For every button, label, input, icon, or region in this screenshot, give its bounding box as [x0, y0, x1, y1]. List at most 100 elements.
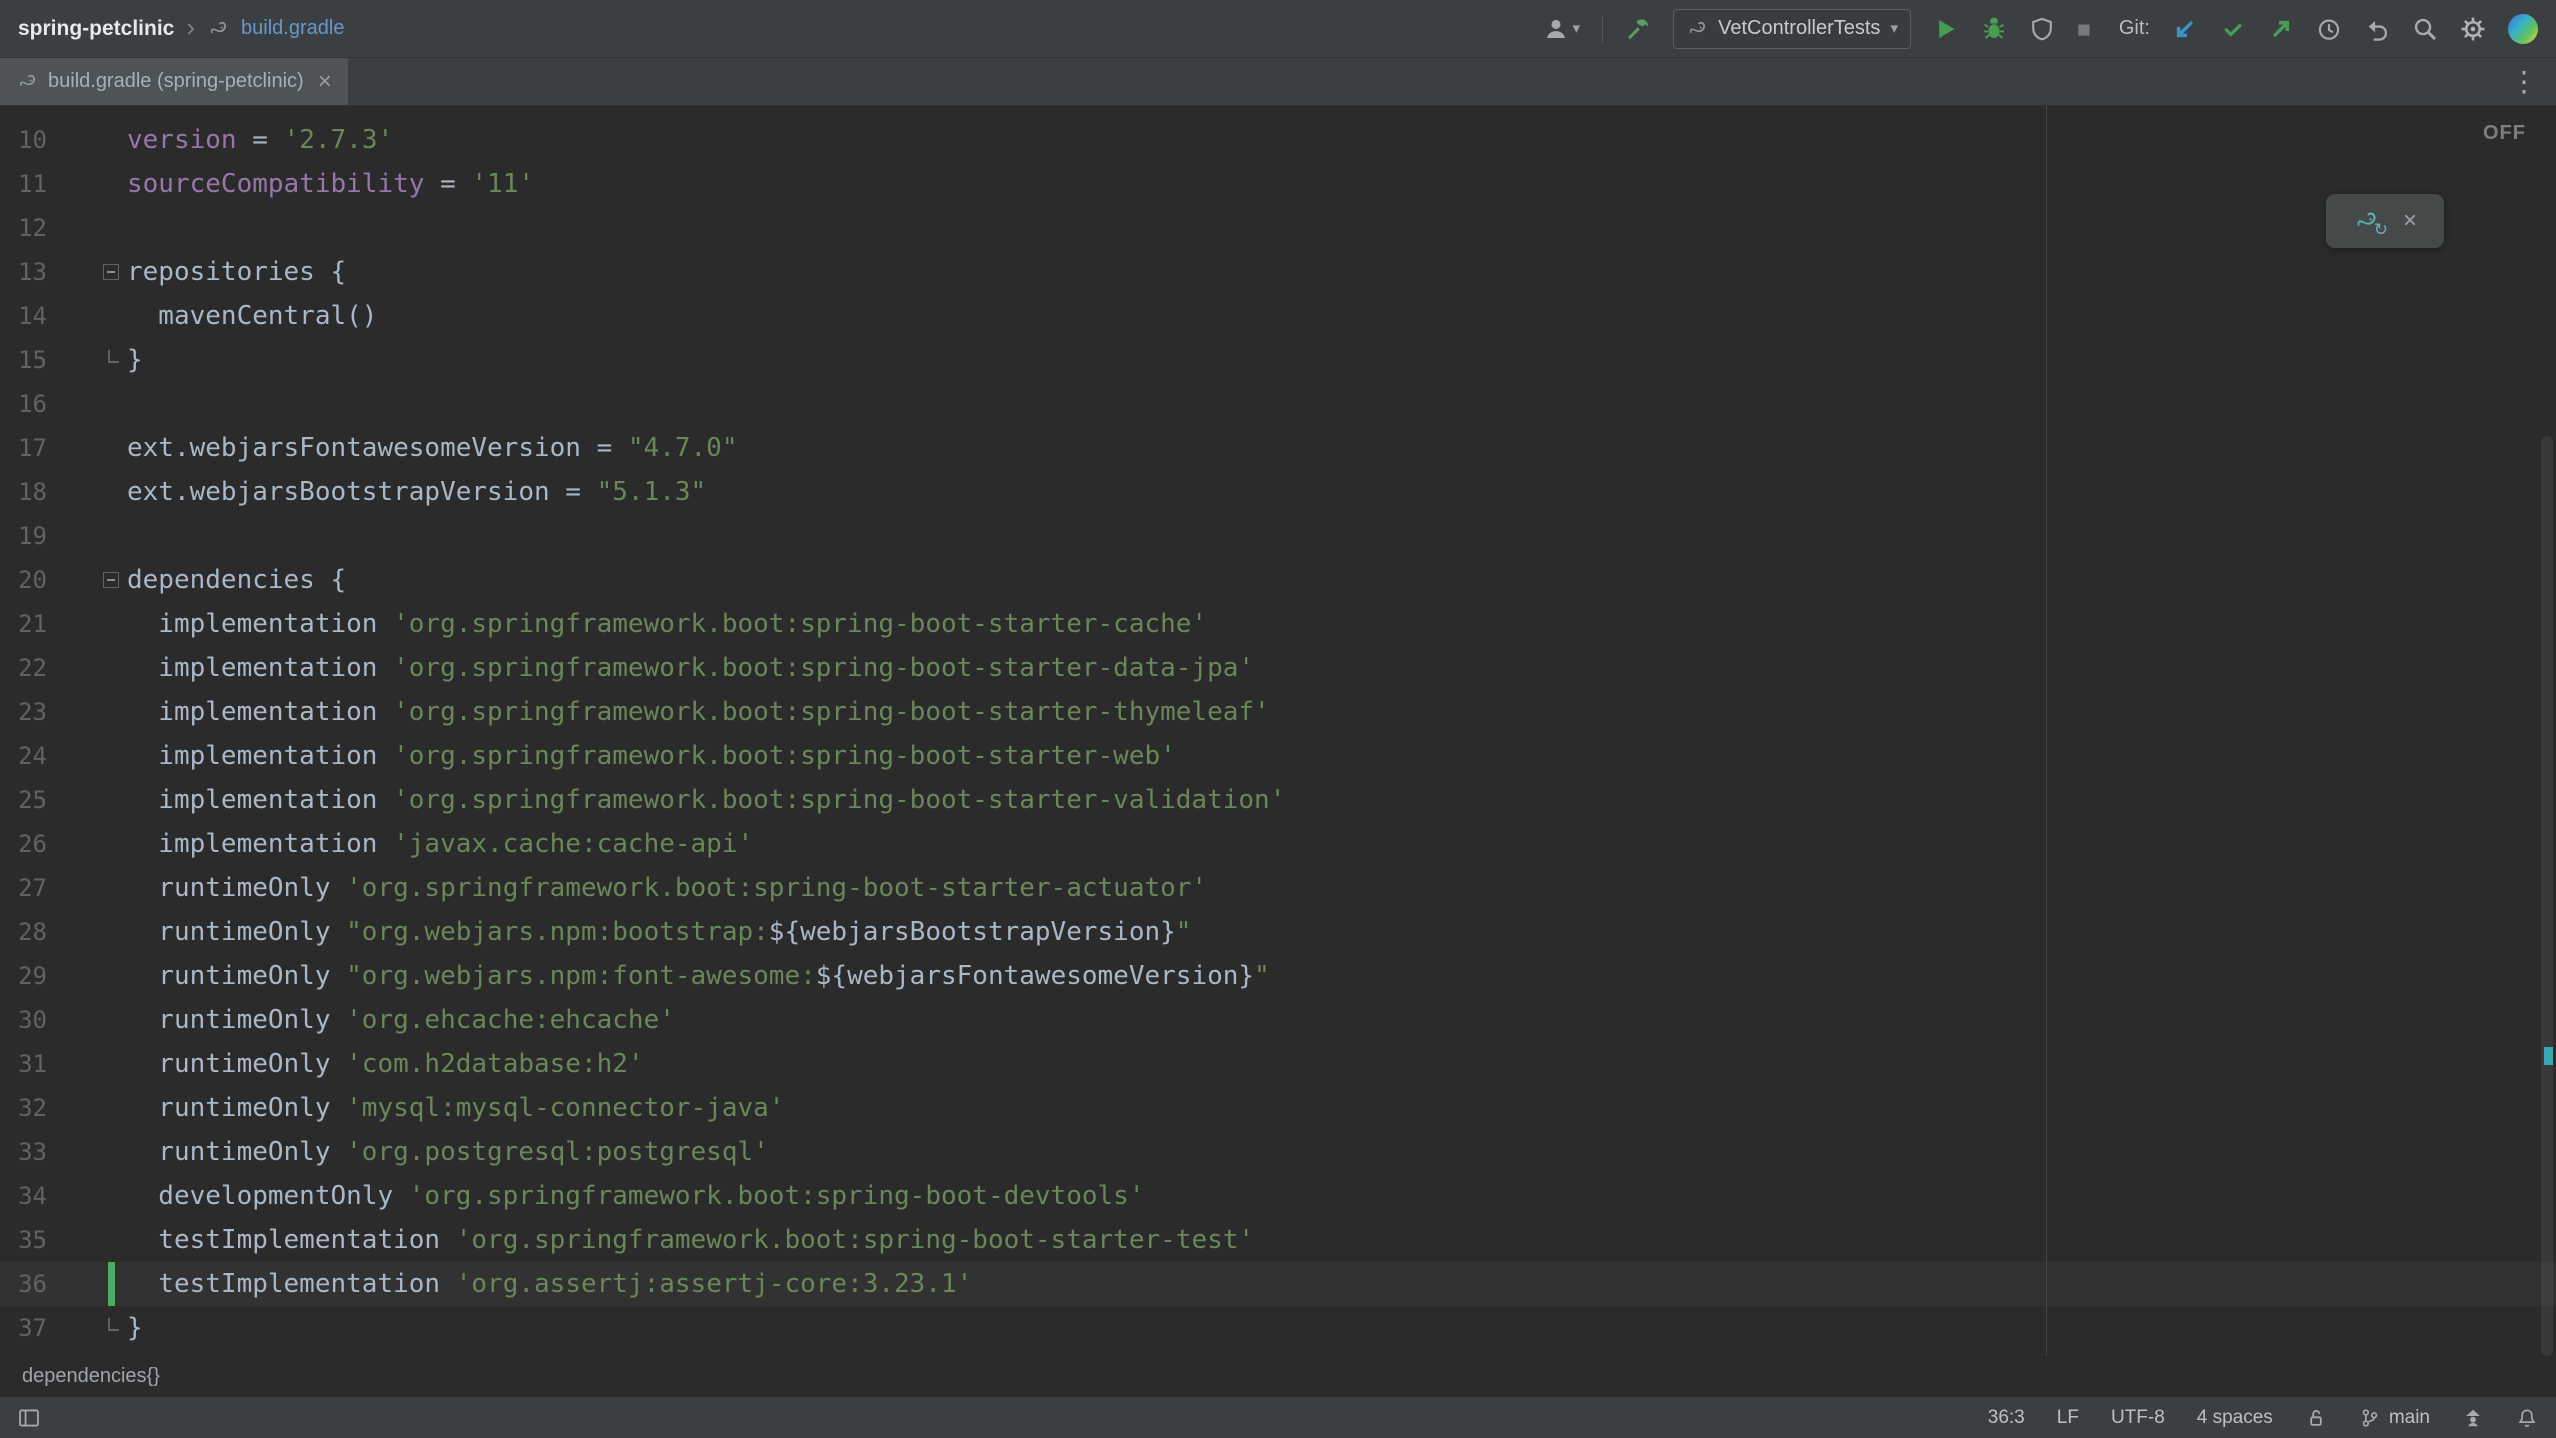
code-line[interactable]: 37} — [0, 1306, 2556, 1350]
build-hammer-icon[interactable] — [1625, 16, 1651, 42]
line-number[interactable]: 30 — [0, 998, 47, 1042]
code-line[interactable]: 20dependencies { — [0, 558, 2556, 602]
caret-position[interactable]: 36:3 — [1988, 1407, 2025, 1429]
highlighting-status[interactable]: OFF — [2483, 122, 2526, 145]
code-line[interactable]: 29 runtimeOnly "org.webjars.npm:font-awe… — [0, 954, 2556, 998]
run-configuration-select[interactable]: VetControllerTests ▾ — [1673, 9, 1911, 49]
debug-button[interactable] — [1981, 16, 2007, 42]
code-line[interactable]: 28 runtimeOnly "org.webjars.npm:bootstra… — [0, 910, 2556, 954]
tool-windows-icon[interactable] — [18, 1407, 40, 1429]
code-line[interactable]: 31 runtimeOnly 'com.h2database:h2' — [0, 1042, 2556, 1086]
coverage-button[interactable] — [2029, 16, 2055, 42]
code-text: runtimeOnly 'mysql:mysql-connector-java' — [127, 1086, 784, 1130]
line-number[interactable]: 29 — [0, 954, 47, 998]
git-update-button[interactable] — [2172, 16, 2198, 42]
close-icon[interactable]: × — [2403, 207, 2417, 235]
fold-marker[interactable] — [47, 1306, 127, 1350]
stop-button[interactable]: ■ — [2077, 16, 2091, 42]
line-number[interactable]: 32 — [0, 1086, 47, 1130]
code-text: implementation 'org.springframework.boot… — [127, 778, 1285, 822]
line-number[interactable]: 17 — [0, 426, 47, 470]
line-number[interactable]: 27 — [0, 866, 47, 910]
code-line[interactable]: 16 — [0, 382, 2556, 426]
notifications-bell-icon[interactable] — [2516, 1407, 2538, 1429]
code-line[interactable]: 21 implementation 'org.springframework.b… — [0, 602, 2556, 646]
line-number[interactable]: 10 — [0, 118, 47, 162]
code-line[interactable]: 26 implementation 'javax.cache:cache-api… — [0, 822, 2556, 866]
fold-gutter — [47, 910, 127, 954]
code-line[interactable]: 19 — [0, 514, 2556, 558]
line-number[interactable]: 14 — [0, 294, 47, 338]
file-encoding[interactable]: UTF-8 — [2111, 1407, 2165, 1429]
line-number[interactable]: 26 — [0, 822, 47, 866]
line-number[interactable]: 36 — [0, 1262, 47, 1306]
line-number[interactable]: 19 — [0, 514, 47, 558]
line-number[interactable]: 18 — [0, 470, 47, 514]
breadcrumb-file[interactable]: build.gradle — [241, 17, 344, 40]
more-options-icon[interactable]: ⋮ — [2510, 65, 2538, 98]
line-number[interactable]: 13 — [0, 250, 47, 294]
git-branch-widget[interactable]: main — [2359, 1407, 2430, 1429]
user-menu-button[interactable]: ▾ — [1543, 16, 1581, 42]
history-icon[interactable] — [2316, 16, 2342, 42]
code-line[interactable]: 30 runtimeOnly 'org.ehcache:ehcache' — [0, 998, 2556, 1042]
code-line[interactable]: 11sourceCompatibility = '11' — [0, 162, 2556, 206]
line-number[interactable]: 34 — [0, 1174, 47, 1218]
run-button[interactable] — [1933, 16, 1959, 42]
code-line[interactable]: 12 — [0, 206, 2556, 250]
line-number[interactable]: 24 — [0, 734, 47, 778]
line-number[interactable]: 21 — [0, 602, 47, 646]
line-number[interactable]: 37 — [0, 1306, 47, 1350]
code-line[interactable]: 17ext.webjarsFontawesomeVersion = "4.7.0… — [0, 426, 2556, 470]
git-commit-button[interactable] — [2220, 16, 2246, 42]
lock-icon[interactable] — [2305, 1407, 2327, 1429]
line-number[interactable]: 12 — [0, 206, 47, 250]
close-icon[interactable]: × — [318, 68, 332, 96]
code-line[interactable]: 22 implementation 'org.springframework.b… — [0, 646, 2556, 690]
code-line[interactable]: 13repositories { — [0, 250, 2556, 294]
indent-setting[interactable]: 4 spaces — [2197, 1407, 2273, 1429]
line-number[interactable]: 25 — [0, 778, 47, 822]
code-line[interactable]: 34 developmentOnly 'org.springframework.… — [0, 1174, 2556, 1218]
code-line[interactable]: 35 testImplementation 'org.springframewo… — [0, 1218, 2556, 1262]
rollback-icon[interactable] — [2364, 16, 2390, 42]
code-line[interactable]: 18ext.webjarsBootstrapVersion = "5.1.3" — [0, 470, 2556, 514]
code-line[interactable]: 27 runtimeOnly 'org.springframework.boot… — [0, 866, 2556, 910]
line-number[interactable]: 11 — [0, 162, 47, 206]
line-number[interactable]: 31 — [0, 1042, 47, 1086]
code-line[interactable]: 33 runtimeOnly 'org.postgresql:postgresq… — [0, 1130, 2556, 1174]
code-line[interactable]: 36 testImplementation 'org.assertj:asser… — [0, 1262, 2556, 1306]
tab-build-gradle[interactable]: build.gradle (spring-petclinic) × — [0, 58, 348, 105]
line-number[interactable]: 23 — [0, 690, 47, 734]
fold-marker[interactable] — [47, 250, 127, 294]
settings-gear-icon[interactable] — [2460, 16, 2486, 42]
git-push-button[interactable] — [2268, 16, 2294, 42]
line-separator[interactable]: LF — [2057, 1407, 2079, 1429]
code-line[interactable]: 14 mavenCentral() — [0, 294, 2556, 338]
highlighting-level-icon[interactable] — [2462, 1407, 2484, 1429]
line-number[interactable]: 35 — [0, 1218, 47, 1262]
code-line[interactable]: 10version = '2.7.3' — [0, 118, 2556, 162]
user-avatar[interactable] — [2508, 14, 2538, 44]
code-editor[interactable]: 10version = '2.7.3'11sourceCompatibility… — [0, 106, 2556, 1356]
code-line[interactable]: 32 runtimeOnly 'mysql:mysql-connector-ja… — [0, 1086, 2556, 1130]
project-name[interactable]: spring-petclinic — [18, 17, 174, 41]
tab-label: build.gradle (spring-petclinic) — [48, 70, 304, 93]
code-line[interactable]: 15} — [0, 338, 2556, 382]
code-line[interactable]: 23 implementation 'org.springframework.b… — [0, 690, 2556, 734]
line-number[interactable]: 28 — [0, 910, 47, 954]
line-number[interactable]: 16 — [0, 382, 47, 426]
gradle-icon — [1686, 18, 1708, 40]
scrollbar-thumb[interactable] — [2541, 436, 2553, 1356]
code-line[interactable]: 25 implementation 'org.springframework.b… — [0, 778, 2556, 822]
gradle-reload-button[interactable]: ↻ — [2353, 208, 2379, 234]
code-line[interactable]: 24 implementation 'org.springframework.b… — [0, 734, 2556, 778]
line-number[interactable]: 20 — [0, 558, 47, 602]
search-icon[interactable] — [2412, 16, 2438, 42]
fold-marker[interactable] — [47, 558, 127, 602]
line-number[interactable]: 22 — [0, 646, 47, 690]
line-number[interactable]: 33 — [0, 1130, 47, 1174]
fold-marker[interactable] — [47, 338, 127, 382]
line-number[interactable]: 15 — [0, 338, 47, 382]
breadcrumb-item[interactable]: dependencies{} — [22, 1365, 160, 1388]
